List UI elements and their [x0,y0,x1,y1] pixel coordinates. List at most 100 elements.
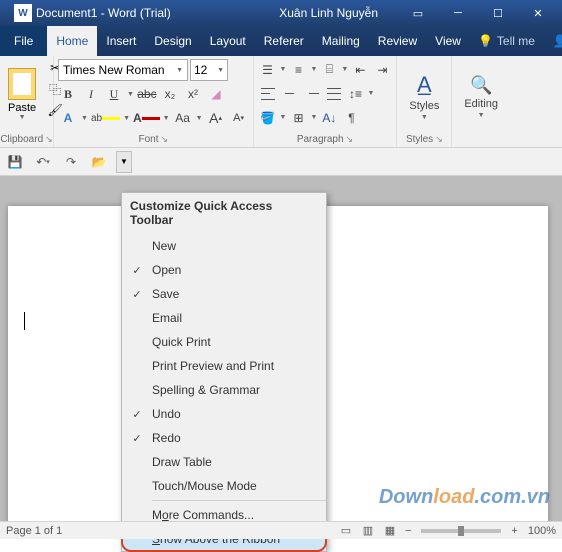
find-icon: 🔍 [470,75,492,96]
shrink-font-button[interactable]: A▾ [229,108,249,128]
menu-item-new[interactable]: New [122,234,326,258]
font-color-button[interactable]: A [133,108,160,128]
decrease-indent-button[interactable]: ⇤ [350,60,370,80]
qat-customize-button[interactable]: ▼ [116,151,132,173]
slider-thumb[interactable] [458,526,464,536]
folder-open-icon: 📂 [92,155,107,169]
tab-layout[interactable]: Layout [201,26,255,56]
chevron-down-icon[interactable]: ▼ [280,66,287,73]
username-label[interactable]: Xuân Linh Nguyễn [279,6,378,20]
menu-item-draw-table[interactable]: Draw Table [122,450,326,474]
tab-home[interactable]: Home [47,26,97,56]
multilevel-list-button[interactable]: ⌸ [319,60,339,80]
shading-button[interactable]: 🪣 [258,108,278,128]
menu-item-quick-print[interactable]: Quick Print [122,330,326,354]
menu-item-spelling-grammar[interactable]: Spelling & Grammar [122,378,326,402]
tab-review[interactable]: Review [369,26,426,56]
dialog-launcher-icon[interactable]: ↘ [435,134,443,145]
clear-formatting-button[interactable]: ◢ [206,84,226,104]
chevron-down-icon[interactable]: ▼ [81,115,88,122]
styles-label: Styles [409,100,439,112]
menu-item-print-preview-and-print[interactable]: Print Preview and Print [122,354,326,378]
align-center-button[interactable] [280,84,300,104]
align-right-button[interactable] [302,84,322,104]
chevron-down-icon[interactable]: ▼ [280,114,287,121]
indent-icon: ⇥ [377,63,387,77]
change-case-button[interactable]: Aa [173,108,193,128]
maximize-icon[interactable]: ☐ [478,0,518,26]
menu-item-undo[interactable]: ✓Undo [122,402,326,426]
sort-button[interactable]: A↓ [319,108,339,128]
chevron-down-icon[interactable]: ▼ [310,66,317,73]
justify-button[interactable] [324,84,344,104]
qat-save-button[interactable]: 💾 [4,151,26,173]
menu-item-redo[interactable]: ✓Redo [122,426,326,450]
share-button[interactable]: 👤 Share [543,26,562,56]
close-icon[interactable]: ✕ [518,0,558,26]
page-info[interactable]: Page 1 of 1 [6,525,62,537]
dialog-launcher-icon[interactable]: ↘ [161,134,169,145]
minimize-icon[interactable]: ─ [438,0,478,26]
pilcrow-icon: ¶ [348,111,354,125]
bold-button[interactable]: B [58,84,78,104]
tab-view[interactable]: View [426,26,470,56]
chevron-down-icon[interactable]: ▼ [310,114,317,121]
print-layout-button[interactable]: ▥ [358,523,378,539]
text-effects-button[interactable]: A [58,108,78,128]
zoom-level[interactable]: 100% [528,525,556,537]
highlight-color-swatch [102,117,120,120]
tell-me-search[interactable]: 💡 Tell me [470,26,543,56]
text: .com.vn [474,486,550,508]
numbering-button[interactable]: ≡ [288,60,308,80]
menu-item-save[interactable]: ✓Save [122,282,326,306]
superscript-button[interactable]: x² [183,84,203,104]
chevron-down-icon[interactable]: ▼ [341,66,348,73]
italic-button[interactable]: I [81,84,101,104]
menu-item-open[interactable]: ✓Open [122,258,326,282]
ribbon-display-options-icon[interactable]: ▭ [398,0,438,26]
show-marks-button[interactable]: ¶ [341,108,361,128]
borders-button[interactable]: ⊞ [288,108,308,128]
tab-design[interactable]: Design [145,26,200,56]
tab-file[interactable]: File [0,26,47,56]
clipboard-group-label: Clipboard [0,134,43,145]
font-size-combo[interactable]: 12▼ [190,59,228,81]
chevron-down-icon[interactable]: ▼ [368,90,375,97]
bullets-button[interactable]: ☰ [258,60,278,80]
qat-undo-button[interactable]: ↶▾ [32,151,54,173]
chevron-down-icon[interactable]: ▼ [163,115,170,122]
zoom-out-button[interactable]: − [405,525,411,537]
zoom-slider[interactable] [421,529,501,533]
word-app-icon: W [14,4,32,22]
strikethrough-button[interactable]: abc [137,84,157,104]
align-left-button[interactable] [258,84,278,104]
read-mode-button[interactable]: ▭ [336,523,356,539]
dialog-launcher-icon[interactable]: ↘ [45,134,53,145]
tab-insert[interactable]: Insert [97,26,145,56]
increase-indent-button[interactable]: ⇥ [372,60,392,80]
qat-redo-button[interactable]: ↷ [60,151,82,173]
line-spacing-button[interactable]: ↕≡ [346,84,366,104]
menu-item-email[interactable]: Email [122,306,326,330]
tab-mailings[interactable]: Mailing [313,26,369,56]
grow-font-button[interactable]: A▴ [206,108,226,128]
chevron-down-icon: ▼ [19,114,26,121]
web-layout-button[interactable]: ▦ [380,523,400,539]
editing-button[interactable]: 🔍 Editing ▼ [456,58,506,131]
text: load [433,486,474,508]
underline-button[interactable]: U [104,84,124,104]
chevron-down-icon[interactable]: ▼ [127,91,134,98]
chevron-down-icon[interactable]: ▼ [123,115,130,122]
qat-open-button[interactable]: 📂 [88,151,110,173]
menu-item-touch-mouse-mode[interactable]: Touch/Mouse Mode [122,474,326,498]
borders-icon: ⊞ [293,111,303,125]
highlight-button[interactable]: ab [91,108,120,128]
font-name-combo[interactable]: Times New Roman▼ [58,59,188,81]
zoom-in-button[interactable]: + [511,525,517,537]
styles-gallery-button[interactable]: A̲ Styles ▼ [401,58,447,131]
subscript-button[interactable]: x₂ [160,84,180,104]
dialog-launcher-icon[interactable]: ↘ [346,134,354,145]
tab-references[interactable]: Referer [255,26,313,56]
chevron-down-icon[interactable]: ▼ [196,115,203,122]
paste-button[interactable]: Paste ▼ [4,58,40,130]
